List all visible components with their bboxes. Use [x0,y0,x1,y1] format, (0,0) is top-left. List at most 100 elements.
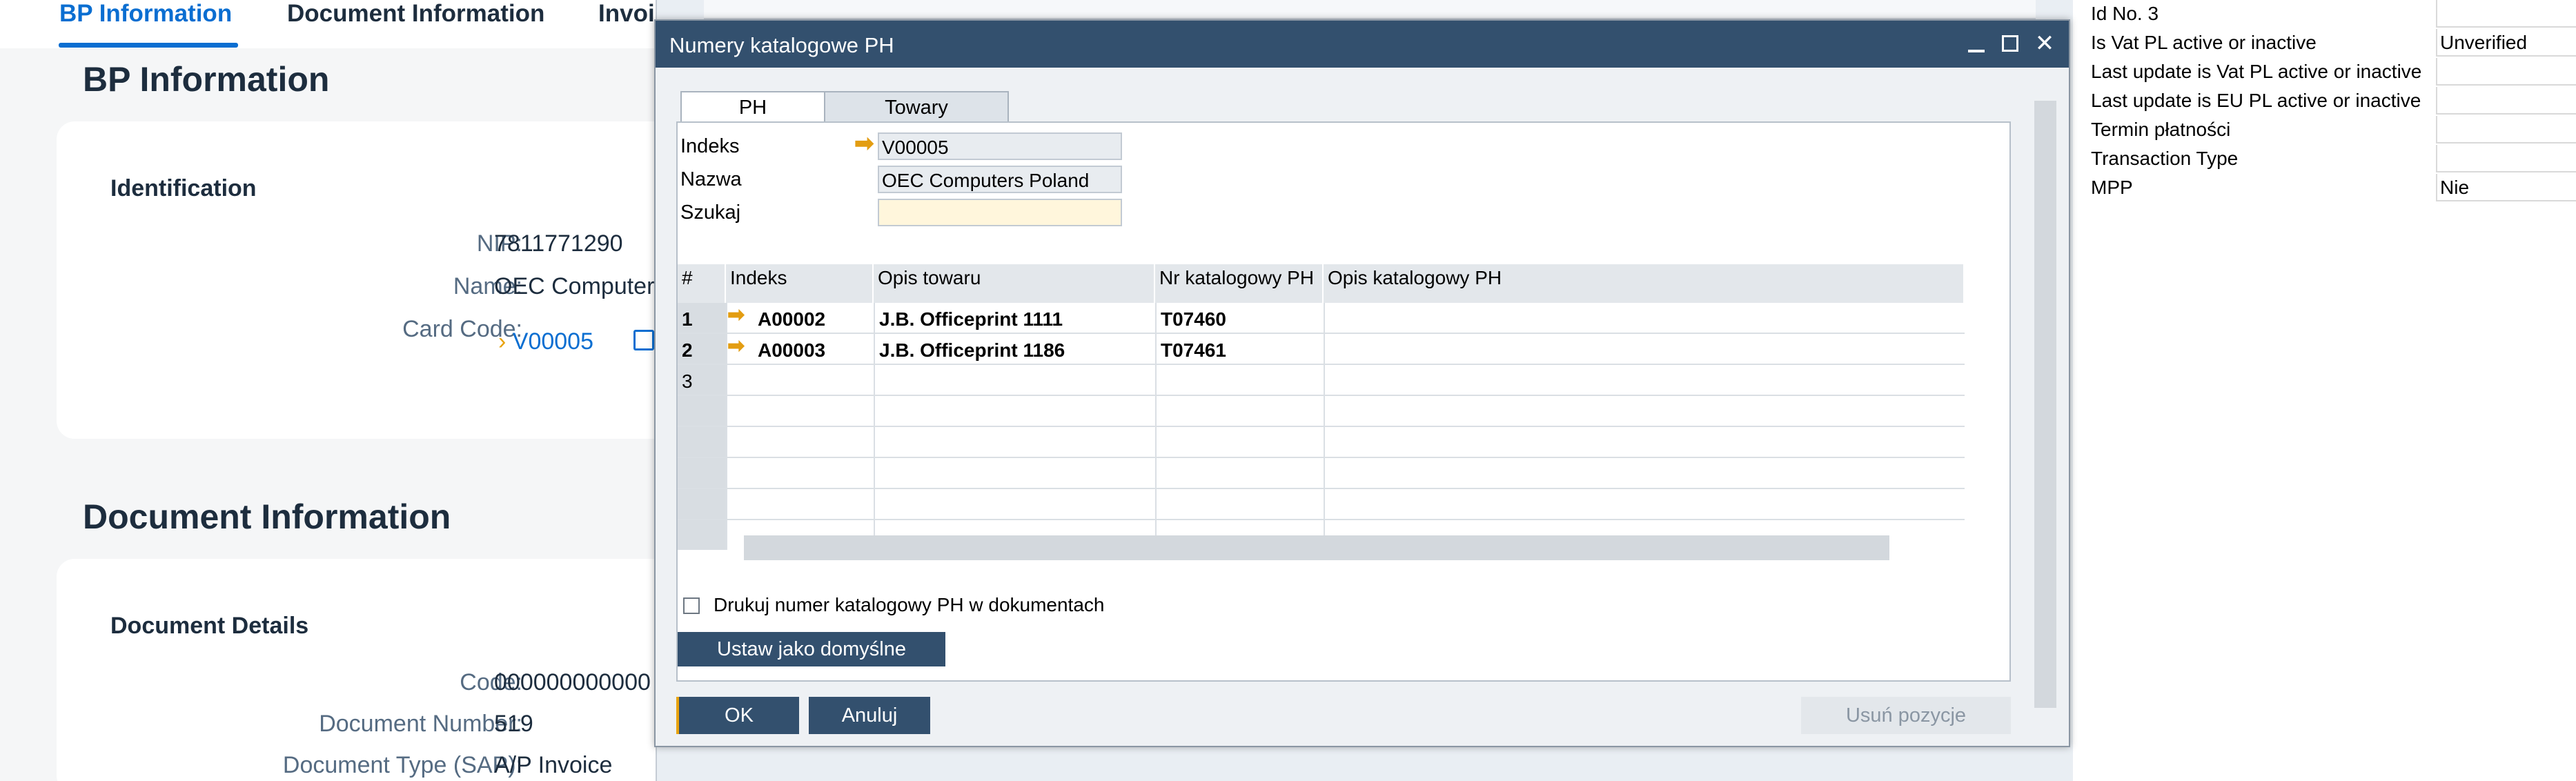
table-row[interactable]: 2 ➡ A00003 J.B. Officeprint 1186 T07461 [678,334,1965,365]
section-tabbar: BP Information Document Information Invo… [0,0,690,48]
row-number: 3 [682,370,693,392]
property-value[interactable] [2436,0,2576,28]
chevron-right-icon: › [498,328,507,355]
print-catalog-label[interactable]: Drukuj numer katalogowy PH w dokumentach [714,594,1104,616]
col-header-nr-katalogowy[interactable]: Nr katalogowy PH [1155,264,1324,303]
document-details-card: Document Details Code: 000000000000 Docu… [57,559,678,781]
bp-section-title: BP Information [83,60,330,99]
col-header-opis-towaru[interactable]: Opis towaru [874,264,1155,303]
tab-document-information[interactable]: Document Information [287,0,544,28]
dialog-titlebar[interactable]: Numery katalogowe PH ✕ [656,21,2069,68]
property-value[interactable]: Nie [2436,174,2576,201]
cell-opis-katalogowy[interactable] [1325,334,1333,365]
row-number: 1 [682,308,693,330]
table-row-empty [678,458,1965,489]
document-section-title: Document Information [83,497,451,536]
property-label: MPP [2091,177,2133,198]
document-type-label: Document Type (SAP): [282,752,522,778]
property-value[interactable] [2436,116,2576,144]
property-row: Transaction Type [2091,145,2576,174]
cell-nr-katalogowy[interactable]: T07461 [1157,334,1230,365]
link-arrow-icon[interactable]: ➡ [854,130,874,157]
properties-panel: Id No. 3 Is Vat PL active or inactive Un… [2073,0,2576,781]
set-default-button[interactable]: Ustaw jako domyślne [678,632,945,666]
card-code-link[interactable]: › V00005 [498,328,593,355]
property-label: Last update is Vat PL active or inactive [2091,61,2422,82]
link-arrow-icon[interactable]: ➡ [727,303,745,327]
minimize-icon[interactable] [1960,28,1992,59]
row-number: 2 [682,339,693,361]
property-label: Is Vat PL active or inactive [2091,32,2317,53]
property-label: Id No. 3 [2091,3,2159,24]
table-row[interactable]: 3 [678,365,1965,396]
catalog-numbers-dialog: Numery katalogowe PH ✕ PH Towary Indeks … [654,19,2070,747]
cell-indeks: A00003 [758,339,826,361]
tab-bp-information[interactable]: BP Information [59,0,232,28]
property-label: Transaction Type [2091,148,2239,169]
copy-icon[interactable] [633,330,654,350]
property-value[interactable] [2436,87,2576,115]
property-value[interactable] [2436,145,2576,172]
code-label: Code: [460,669,522,695]
indeks-label: Indeks [680,135,740,157]
col-header-number[interactable]: # [678,264,726,303]
cell-nr-katalogowy[interactable] [1157,365,1165,396]
nazwa-field[interactable]: OEC Computers Poland [878,166,1122,193]
cancel-button[interactable]: Anuluj [809,697,930,734]
nip-value: 7811771290 [494,230,623,257]
remove-position-button[interactable]: Usuń pozycje [1801,697,2011,734]
background-b1-strip [704,0,2036,19]
property-row: Termin płatności [2091,116,2576,145]
card-code-value: V00005 [512,328,594,355]
cell-nr-katalogowy[interactable]: T07460 [1157,303,1230,334]
grid-header: # Indeks Opis towaru Nr katalogowy PH Op… [678,264,1965,303]
tab-ph[interactable]: PH [680,91,825,123]
szukaj-label: Szukaj [680,201,741,224]
link-arrow-icon[interactable]: ➡ [727,334,745,358]
name-label: Name: [453,273,522,299]
cell-opis-towaru[interactable] [875,365,883,396]
card-code-label: Card Code: [402,316,522,342]
property-label: Last update is EU PL active or inactive [2091,90,2421,111]
property-value[interactable]: Unverified [2436,29,2576,57]
ok-button[interactable]: OK [679,697,799,734]
col-header-opis-katalogowy[interactable]: Opis katalogowy PH [1324,264,1965,303]
cell-opis-towaru: J.B. Officeprint 1111 [879,308,1063,330]
property-row: Id No. 3 [2091,0,2576,29]
code-value: 000000000000 [494,669,651,695]
document-type-value: A/P Invoice [494,752,613,778]
identification-card: Identification NIP: 7811771290 Name: OEC… [57,121,678,439]
table-row-empty [678,489,1965,520]
indeks-field[interactable]: V00005 [878,132,1122,160]
tab-towary[interactable]: Towary [824,91,1009,123]
property-row: MPP Nie [2091,174,2576,203]
property-row: Last update is Vat PL active or inactive [2091,58,2576,87]
table-row-empty [678,396,1965,427]
property-row: Last update is EU PL active or inactive [2091,87,2576,116]
cell-indeks: A00002 [758,308,826,330]
nip-label: NIP: [476,230,522,257]
property-value[interactable] [2436,58,2576,86]
print-catalog-checkbox[interactable] [683,597,700,614]
property-label: Termin płatności [2091,119,2231,140]
document-details-title: Document Details [110,613,309,639]
maximize-icon[interactable] [1994,28,2026,59]
cell-indeks[interactable] [754,365,762,396]
property-row: Is Vat PL active or inactive Unverified [2091,29,2576,58]
document-number-value: 519 [494,711,533,737]
cell-opis-katalogowy[interactable] [1325,365,1333,396]
horizontal-scrollbar[interactable] [744,535,1889,560]
cell-opis-katalogowy[interactable] [1325,303,1333,334]
col-header-indeks[interactable]: Indeks [726,264,874,303]
close-icon[interactable]: ✕ [2029,28,2061,59]
catalog-grid: # Indeks Opis towaru Nr katalogowy PH Op… [678,264,1965,554]
nazwa-label: Nazwa [680,168,742,190]
szukaj-input[interactable] [878,199,1122,226]
dialog-title: Numery katalogowe PH [669,33,894,57]
tab-content: Indeks ➡ V00005 Nazwa OEC Computers Pola… [676,121,2011,682]
table-row[interactable]: 1 ➡ A00002 J.B. Officeprint 1111 T07460 [678,303,1965,334]
vertical-scrollbar[interactable] [2034,101,2056,708]
cell-opis-towaru: J.B. Officeprint 1186 [879,339,1065,361]
name-value: OEC Computer [494,273,655,299]
identification-title: Identification [110,175,257,201]
